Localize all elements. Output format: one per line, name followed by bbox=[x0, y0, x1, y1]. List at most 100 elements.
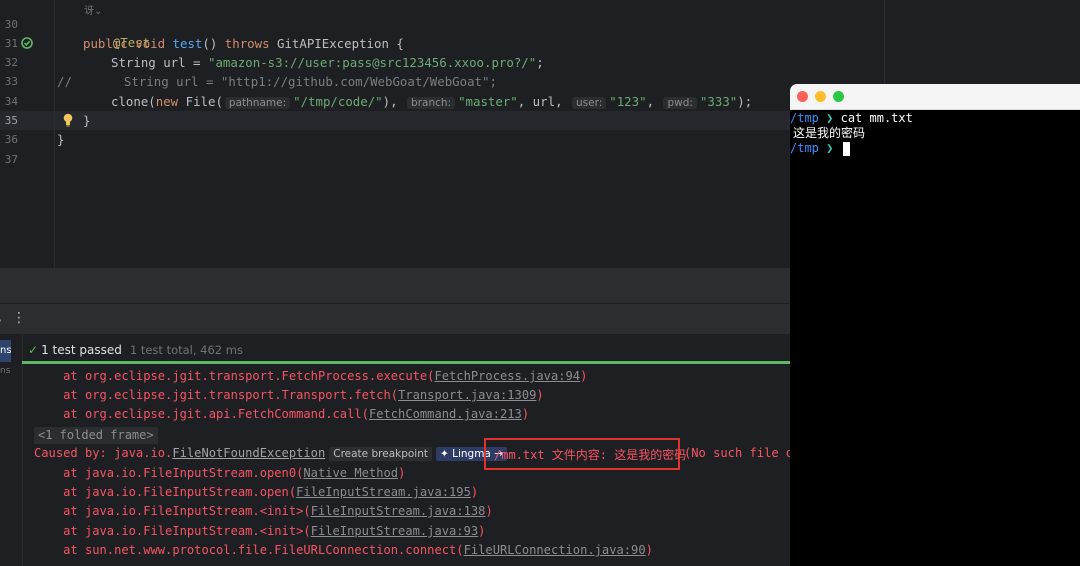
stack-trace-line: at java.io.FileInputStream.<init>(FileIn… bbox=[34, 502, 493, 521]
source-link[interactable]: FetchCommand.java:213 bbox=[369, 407, 522, 421]
string-literal: "123" bbox=[609, 94, 647, 109]
trace-text: at java.io.FileInputStream.open( bbox=[34, 485, 297, 499]
string-literal: "333" bbox=[699, 94, 738, 109]
comment-mark: // bbox=[57, 74, 72, 89]
test-progress-bar bbox=[22, 361, 790, 364]
code-text: () bbox=[202, 36, 225, 51]
more-options-icon[interactable]: ⋮ bbox=[12, 310, 26, 326]
code-text: } bbox=[57, 132, 65, 147]
run-test-icon[interactable] bbox=[21, 37, 33, 49]
code-line-34[interactable]: clone(new File(pathname: "/tmp/code/"), b… bbox=[111, 92, 752, 111]
source-link[interactable]: Transport.java:1309 bbox=[398, 388, 536, 402]
trace-text: ) bbox=[398, 466, 406, 480]
terminal-command: cat mm.txt bbox=[840, 111, 913, 125]
prompt-arrow: ❯ bbox=[818, 141, 841, 155]
stack-trace-line: at java.io.FileInputStream.open(FileInpu… bbox=[34, 483, 478, 502]
stack-trace-line: at java.io.FileInputStream.<init>(FileIn… bbox=[34, 522, 485, 541]
terminal-output: 这是我的密码 bbox=[793, 126, 866, 140]
code-text: ); bbox=[737, 94, 753, 109]
trace-text: at java.io.FileInputStream.<init>( bbox=[34, 504, 311, 518]
prompt-arrow: ❯ bbox=[818, 111, 841, 125]
test-tree-item-selected[interactable]: ns bbox=[0, 340, 11, 362]
param-hint: branch: bbox=[407, 97, 456, 109]
code-line-35[interactable]: } bbox=[83, 111, 90, 130]
minimize-window-button[interactable] bbox=[815, 91, 826, 102]
create-breakpoint-button[interactable]: Create breakpoint bbox=[329, 447, 432, 461]
keyword: throws bbox=[224, 36, 270, 51]
type-name: String bbox=[111, 55, 156, 70]
trace-text: ) bbox=[536, 388, 544, 402]
code-text: url = bbox=[155, 55, 208, 70]
param-hint: pathname: bbox=[224, 97, 291, 109]
caused-by-line: Caused by: java.io.FileNotFoundException… bbox=[34, 444, 508, 463]
line-number: 35 bbox=[4, 114, 18, 127]
lightbulb-icon[interactable] bbox=[62, 113, 74, 127]
trace-text: ) bbox=[485, 504, 493, 518]
terminal-cursor bbox=[842, 141, 850, 156]
toolbar-fragment: , bbox=[0, 310, 2, 324]
line-number: 37 bbox=[4, 153, 18, 166]
source-link[interactable]: FileInputStream.java:138 bbox=[311, 504, 486, 518]
line-number: 34 bbox=[4, 95, 18, 108]
trace-text: ) bbox=[470, 485, 479, 499]
source-link[interactable]: Native Method bbox=[303, 466, 398, 480]
stack-trace-line: at org.eclipse.jgit.api.FetchCommand.cal… bbox=[34, 405, 529, 424]
string-literal: "master" bbox=[458, 94, 518, 109]
trace-text: at org.eclipse.jgit.transport.Transport.… bbox=[34, 388, 399, 402]
code-line-32[interactable]: String url = "amazon-s3://user:pass@src1… bbox=[111, 53, 544, 72]
stack-trace-line: at org.eclipse.jgit.transport.Transport.… bbox=[34, 386, 544, 405]
folded-frames-toggle[interactable]: <1 folded frame> bbox=[34, 427, 158, 444]
code-line-30[interactable]: @Test bbox=[83, 14, 150, 50]
method-name: test bbox=[172, 36, 203, 51]
line-number: 36 bbox=[4, 133, 18, 146]
test-tree-item[interactable]: ns bbox=[0, 366, 11, 376]
trace-text: Caused by: java.io. bbox=[34, 446, 173, 460]
code-text: GitAPIException { bbox=[269, 36, 404, 51]
stack-trace-line: at java.io.FileInputStream.open0(Native … bbox=[34, 464, 405, 483]
source-link[interactable]: FileInputStream.java:93 bbox=[311, 524, 478, 538]
terminal-window[interactable]: /tmp ❯ cat mm.txt 这是我的密码 /tmp ❯ bbox=[790, 84, 1080, 566]
prompt-path: /tmp bbox=[790, 141, 819, 155]
terminal-line[interactable]: /tmp ❯ bbox=[790, 141, 850, 156]
tests-total-label: 1 test total, 462 ms bbox=[129, 343, 243, 357]
code-text: ), bbox=[382, 94, 406, 109]
exception-tail: (No such file or bbox=[684, 446, 801, 460]
source-link[interactable]: FileInputStream.java:195 bbox=[296, 485, 471, 499]
exception-link[interactable]: FileNotFoundException bbox=[172, 446, 325, 460]
prompt-path: /tmp bbox=[790, 111, 819, 125]
line-number: 33 bbox=[4, 75, 18, 88]
trace-text: at org.eclipse.jgit.api.FetchCommand.cal… bbox=[34, 407, 369, 421]
code-line-31[interactable]: public void test() throws GitAPIExceptio… bbox=[83, 34, 404, 53]
trace-text: ) bbox=[521, 407, 530, 421]
tests-passed-label: 1 test passed bbox=[41, 343, 122, 357]
comment-text: String url = "http1://github.com/WebGoat… bbox=[123, 74, 497, 89]
current-line-highlight bbox=[0, 111, 884, 130]
code-text: ; bbox=[536, 55, 544, 70]
trace-text: ) bbox=[645, 543, 653, 557]
code-line-33[interactable]: // String url = "http1://github.com/WebGo… bbox=[57, 72, 497, 91]
param-hint: user: bbox=[571, 97, 607, 109]
zoom-window-button[interactable] bbox=[833, 91, 844, 102]
stack-trace-line: at sun.net.www.protocol.file.FileURLConn… bbox=[34, 541, 653, 560]
highlighted-file-content: /mm.txt 文件内容: 这是我的密码 bbox=[494, 448, 687, 462]
keyword: void bbox=[135, 36, 166, 51]
test-status-bar: ✓ 1 test passed 1 test total, 462 ms bbox=[22, 338, 790, 362]
line-number: 32 bbox=[4, 56, 18, 69]
terminal-line: /tmp ❯ cat mm.txt bbox=[790, 111, 913, 126]
string-literal: "amazon-s3://user:pass@src123456.xxoo.pr… bbox=[207, 55, 537, 70]
string-literal: "/tmp/code/" bbox=[293, 94, 383, 109]
keyword: public bbox=[83, 36, 128, 51]
code-text: File( bbox=[178, 94, 223, 109]
trace-text: at java.io.FileInputStream.open0( bbox=[34, 466, 304, 480]
keyword: new bbox=[155, 94, 179, 109]
trace-text: at java.io.FileInputStream.<init>( bbox=[34, 524, 311, 538]
terminal-titlebar[interactable] bbox=[790, 84, 1080, 110]
trace-text: at sun.net.www.protocol.file.FileURLConn… bbox=[34, 543, 464, 557]
code-text: , url, bbox=[517, 94, 570, 109]
source-link[interactable]: FileURLConnection.java:90 bbox=[464, 543, 646, 557]
trace-text: ) bbox=[478, 524, 486, 538]
source-link[interactable]: FetchProcess.java:94 bbox=[434, 369, 580, 383]
stack-trace-line: at org.eclipse.jgit.transport.FetchProce… bbox=[34, 367, 587, 386]
code-line-36[interactable]: } bbox=[57, 130, 64, 149]
close-window-button[interactable] bbox=[797, 91, 808, 102]
